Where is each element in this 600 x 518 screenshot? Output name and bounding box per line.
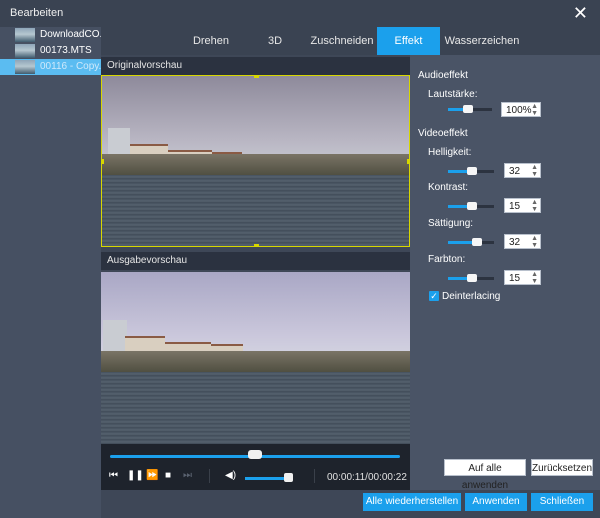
file-thumbnail (15, 60, 35, 74)
close-icon[interactable]: ✕ (573, 3, 588, 23)
seek-handle[interactable] (248, 450, 262, 459)
file-name: 00173.MTS (40, 45, 92, 56)
hue-value: 15 (509, 273, 521, 284)
list-item[interactable]: DownloadCO... (0, 27, 108, 43)
original-preview[interactable] (101, 75, 410, 247)
tab-rotate[interactable]: Drehen (183, 27, 239, 55)
saturation-spinbox[interactable]: 32 ▲ ▼ (504, 234, 541, 249)
brightness-label: Helligkeit: (428, 147, 472, 158)
volume-icon[interactable]: ◀) (225, 470, 236, 481)
output-preview-label: Ausgabevorschau (107, 255, 188, 266)
apply-all-button[interactable]: Auf alle anwenden (444, 459, 526, 491)
volume-spinbox[interactable]: 100% ▲ ▼ (501, 102, 541, 117)
spin-arrows-icon[interactable]: ▲ ▼ (531, 103, 538, 117)
window-title: Bearbeiten (10, 7, 64, 19)
contrast-spinbox[interactable]: 15 ▲ ▼ (504, 198, 541, 213)
title-bar: Bearbeiten ✕ (0, 0, 600, 27)
divider (209, 469, 210, 483)
file-thumbnail (15, 28, 35, 42)
skip-forward-icon[interactable]: ⏭ (183, 470, 192, 481)
stop-icon[interactable]: ■ (165, 470, 171, 481)
saturation-value: 32 (509, 237, 521, 248)
contrast-label: Kontrast: (428, 182, 469, 193)
file-name: 00116 - Copy... (40, 61, 107, 72)
file-name: DownloadCO... (40, 29, 108, 40)
volume-handle[interactable] (284, 473, 293, 482)
spin-arrows-icon[interactable]: ▲ ▼ (531, 199, 538, 213)
slider-handle[interactable] (472, 238, 482, 246)
pause-icon[interactable]: ❚❚ (127, 470, 144, 481)
slider-handle[interactable] (467, 167, 477, 175)
spin-arrows-icon[interactable]: ▲ ▼ (531, 271, 538, 285)
volume-label: Lautstärke: (428, 89, 478, 100)
crop-handle[interactable] (254, 244, 259, 246)
slider-handle[interactable] (467, 274, 477, 282)
skip-back-icon[interactable]: ⏮ (109, 470, 118, 481)
file-list: DownloadCO... 00173.MTS 00116 - Copy... (0, 27, 108, 518)
tab-effect[interactable]: Effekt (377, 27, 440, 55)
player-controls: ⏮ ❚❚ ⏩ ■ ⏭ ◀) 00:00:11/00:00:22 (101, 444, 410, 490)
spin-arrows-icon[interactable]: ▲ ▼ (531, 164, 538, 178)
output-preview-header: Ausgabevorschau (101, 252, 410, 270)
spin-arrows-icon[interactable]: ▲ ▼ (531, 235, 538, 249)
time-display: 00:00:11/00:00:22 (327, 472, 407, 483)
slider-handle[interactable] (463, 105, 473, 113)
saturation-label: Sättigung: (428, 218, 474, 229)
restore-all-button[interactable]: Alle wiederherstellen (363, 493, 461, 511)
original-preview-label: Originalvorschau (107, 60, 183, 71)
contrast-value: 15 (509, 201, 521, 212)
edit-window: Bearbeiten ✕ DownloadCO... 00173.MTS 001… (0, 0, 600, 518)
crop-handle[interactable] (254, 76, 259, 78)
fast-forward-icon[interactable]: ⏩ (146, 470, 158, 481)
crop-handle[interactable] (102, 159, 104, 164)
list-item-selected[interactable]: 00116 - Copy... (0, 59, 107, 75)
tab-watermark[interactable]: Wasserzeichen (444, 27, 520, 55)
apply-button[interactable]: Anwenden (465, 493, 527, 511)
deinterlace-label: Deinterlacing (442, 291, 501, 302)
audio-section-label: Audioeffekt (418, 70, 468, 81)
brightness-spinbox[interactable]: 32 ▲ ▼ (504, 163, 541, 178)
reset-button[interactable]: Zurücksetzen (531, 459, 593, 476)
brightness-value: 32 (509, 166, 521, 177)
divider (314, 469, 315, 483)
list-item[interactable]: 00173.MTS (0, 43, 101, 59)
slider-handle[interactable] (467, 202, 477, 210)
video-section-label: Videoeffekt (418, 128, 468, 139)
video-frame (102, 76, 409, 246)
tab-crop[interactable]: Zuschneiden (306, 27, 378, 55)
video-frame (101, 272, 410, 444)
tab-bar: Drehen 3D Zuschneiden Effekt Wasserzeich… (101, 27, 600, 55)
close-button[interactable]: Schließen (531, 493, 593, 511)
hue-label: Farbton: (428, 254, 466, 265)
deinterlace-checkbox[interactable]: ✓ (429, 291, 439, 301)
tab-3d[interactable]: 3D (247, 27, 303, 55)
volume-value: 100% (506, 105, 532, 116)
hue-spinbox[interactable]: 15 ▲ ▼ (504, 270, 541, 285)
original-preview-header: Originalvorschau (101, 57, 410, 75)
file-thumbnail (15, 44, 35, 58)
output-preview (101, 272, 410, 444)
